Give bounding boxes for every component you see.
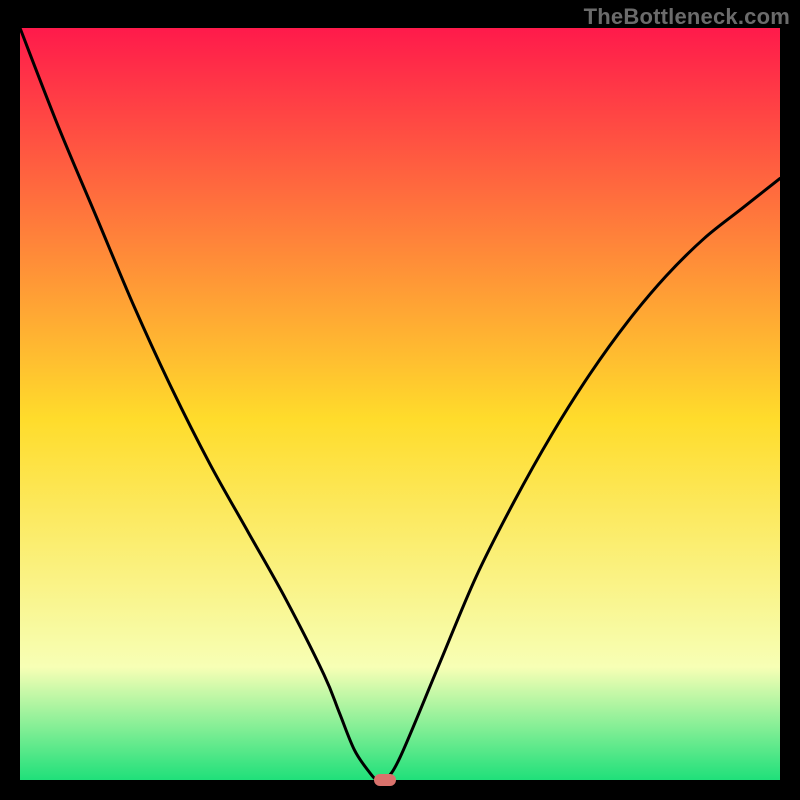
plot-area bbox=[20, 28, 780, 780]
plot-svg bbox=[20, 28, 780, 780]
watermark-text: TheBottleneck.com bbox=[584, 4, 790, 30]
chart-frame: TheBottleneck.com bbox=[0, 0, 800, 800]
optimum-marker bbox=[374, 774, 396, 786]
gradient-background bbox=[20, 28, 780, 780]
